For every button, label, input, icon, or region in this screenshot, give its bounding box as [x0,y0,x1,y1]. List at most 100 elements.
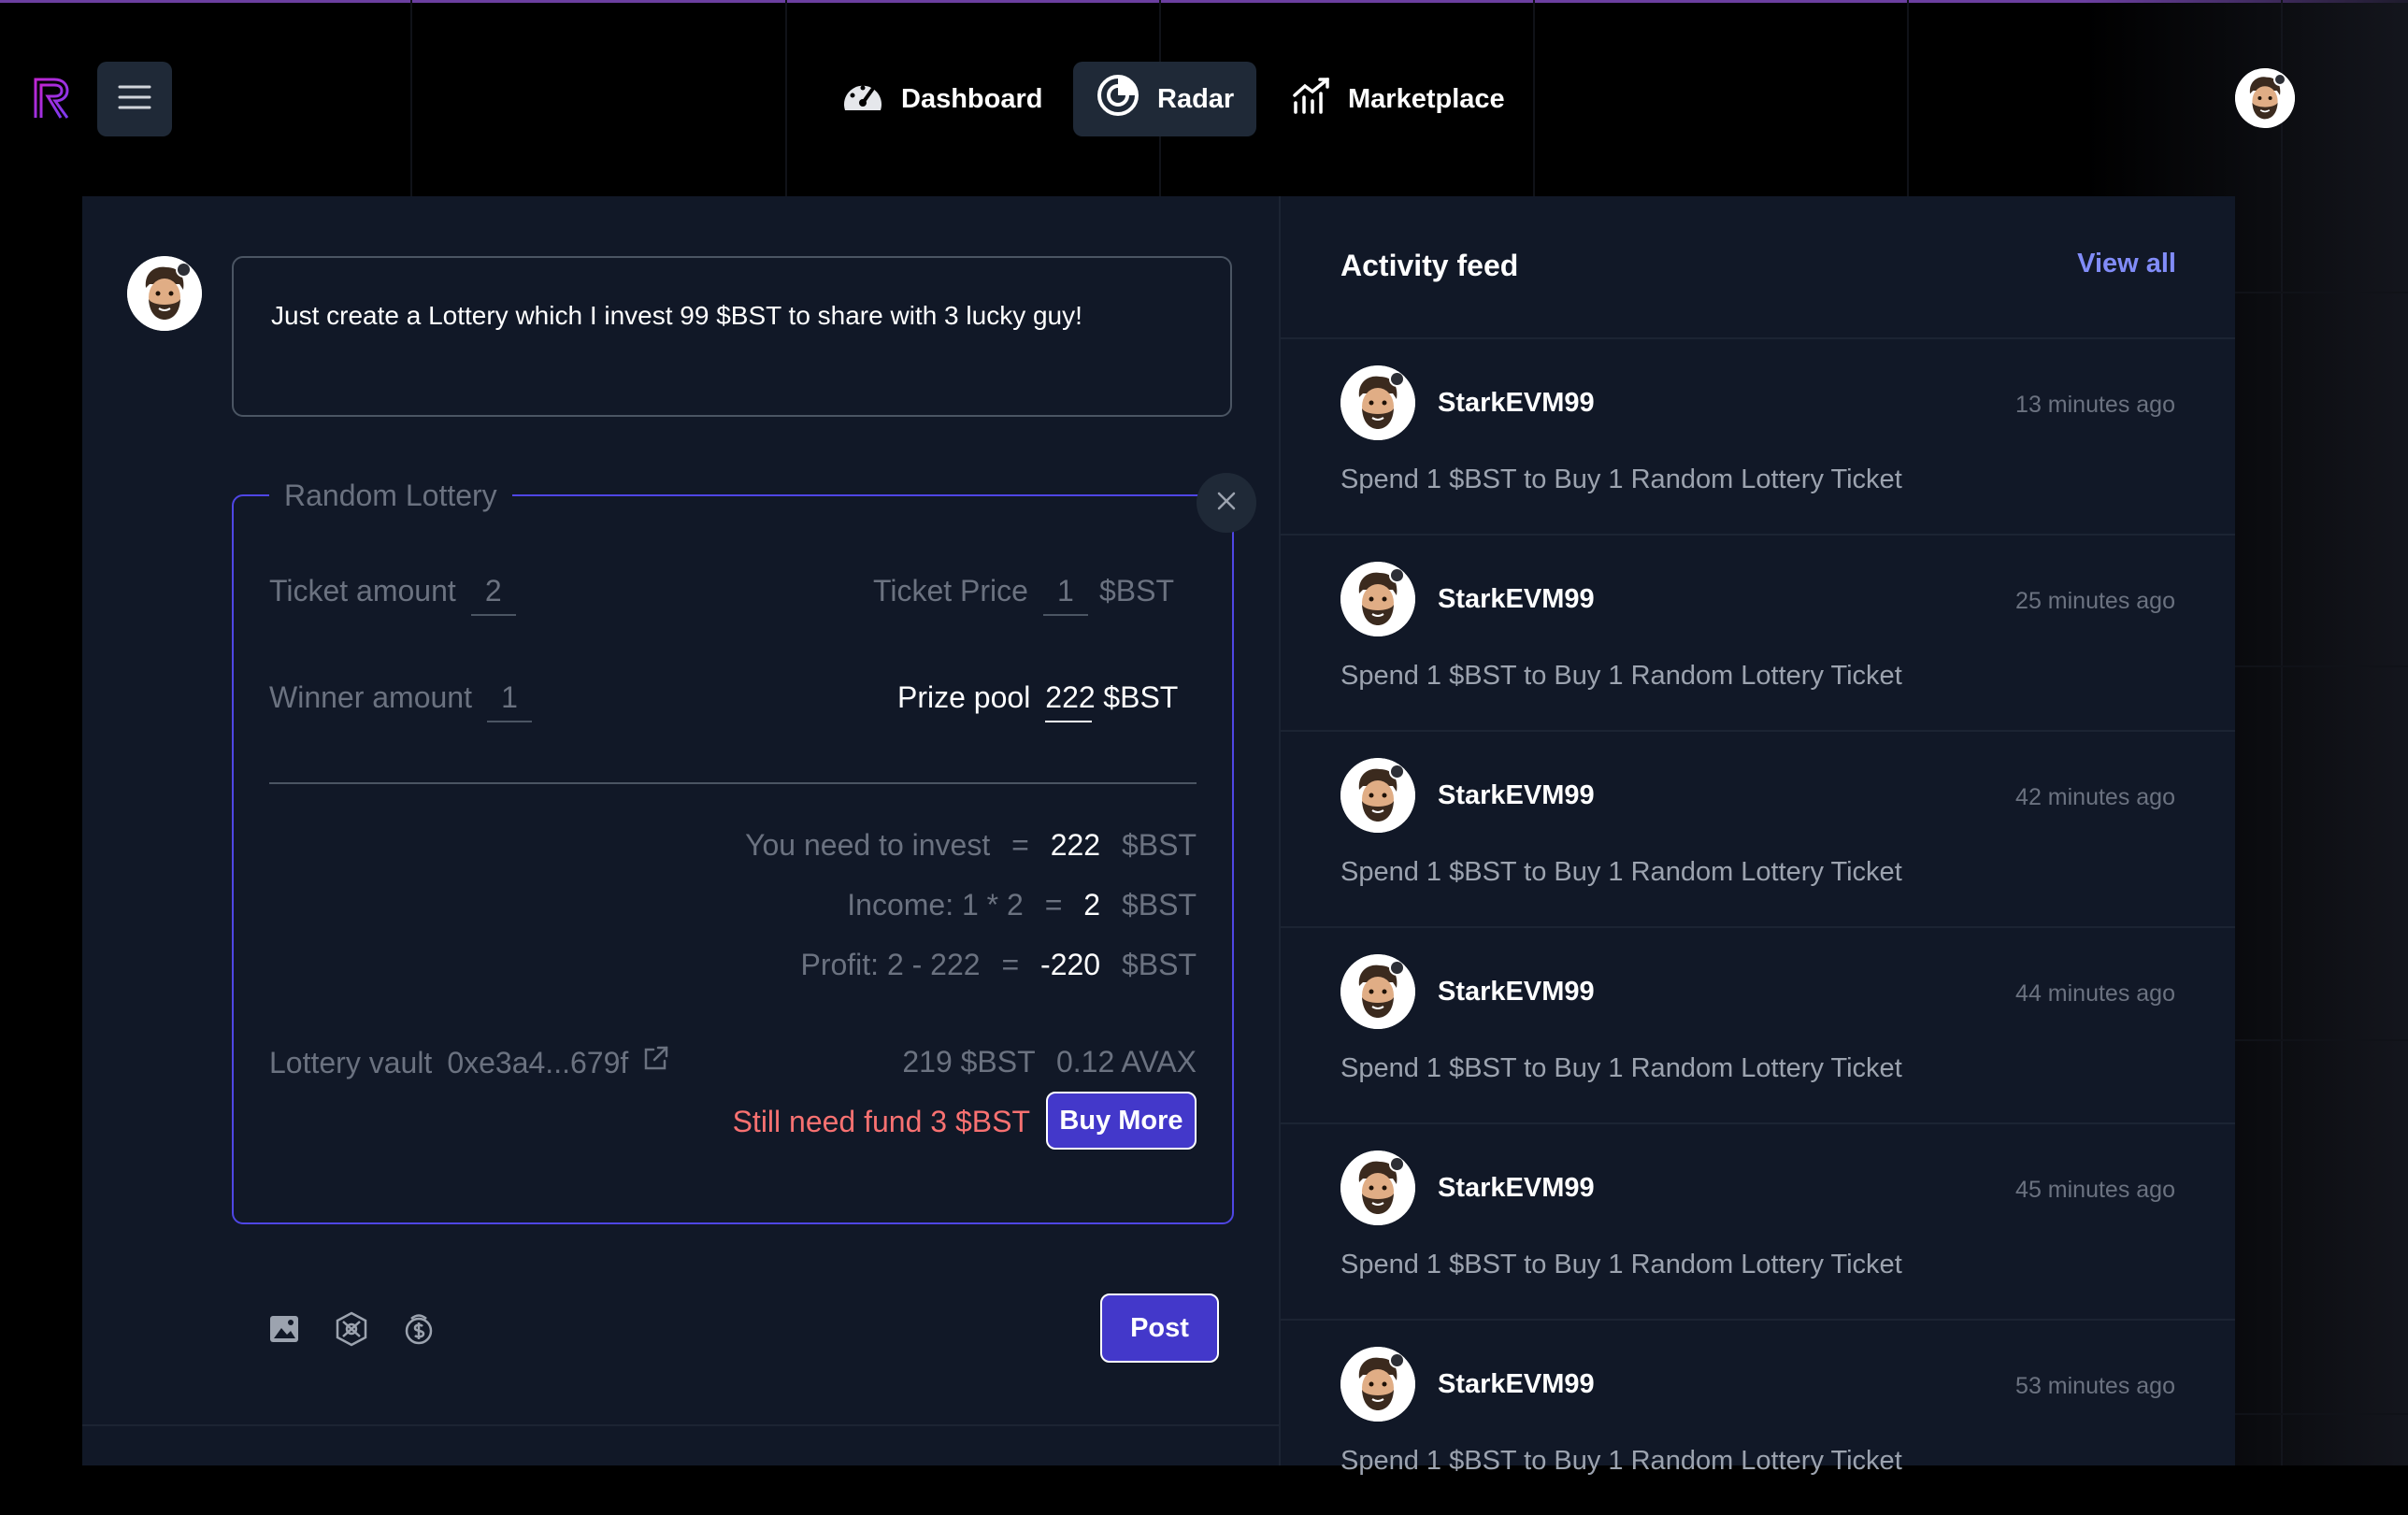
nav-dashboard[interactable]: Dashboard [819,62,1065,136]
winner-amount-label: Winner amount [269,680,472,714]
hamburger-icon [118,84,151,115]
status-dot [1389,960,1405,977]
external-link-icon[interactable] [641,1045,669,1080]
prize-pool-row: Prize pool 222 $BST [897,680,1178,722]
vault-avax-balance: 0.12 AVAX [1055,1045,1197,1079]
feed-timestamp: 42 minutes ago [2015,784,2175,810]
feed-username[interactable]: StarkEVM99 [1438,977,1595,1008]
feed-description: Spend 1 $BST to Buy 1 Random Lottery Tic… [1340,857,1902,887]
close-icon [1216,491,1237,516]
nft-icon[interactable] [333,1310,370,1348]
lottery-separator [269,782,1197,784]
grid-line [2235,292,2408,293]
income-label: Income: 1 * 2 [847,888,1024,922]
nav-label: Dashboard [901,83,1043,114]
ticket-amount-row: Ticket amount 2 [269,574,531,616]
post-text-input[interactable]: Just create a Lottery which I invest 99 … [232,256,1232,417]
view-all-link[interactable]: View all [2057,249,2176,279]
feed-timestamp: 25 minutes ago [2015,588,2175,614]
equals-sign: = [1011,828,1029,862]
chart-bars-icon [1292,77,1331,121]
feed-avatar[interactable] [1340,1151,1415,1225]
feed-timestamp: 45 minutes ago [2015,1177,2175,1203]
app-logo[interactable] [32,77,73,120]
winner-amount-row: Winner amount 1 [269,680,547,722]
feed-timestamp: 13 minutes ago [2015,392,2175,418]
profit-value: -220 [1040,948,1101,981]
profit-label: Profit: 2 - 222 [800,948,981,981]
feed-avatar[interactable] [1340,365,1415,440]
grid-line [2235,1413,2408,1415]
income-row: Income: 1 * 2 = 2 $BST [847,888,1197,922]
feed-username[interactable]: StarkEVM99 [1438,1173,1595,1204]
invest-label: You need to invest [745,828,991,862]
dollar-coin-icon[interactable] [400,1310,437,1348]
feed-item[interactable]: StarkEVM99 25 minutes ago Spend 1 $BST to … [1281,534,2235,730]
equals-sign: = [1001,948,1020,981]
status-dot [1389,764,1405,780]
feed-item[interactable]: StarkEVM99 53 minutes ago Spend 1 $BST to … [1281,1319,2235,1515]
lottery-legend: Random Lottery [284,479,497,512]
invest-value: 222 [1050,828,1101,862]
ticket-price-label: Ticket Price [873,574,1028,607]
buy-more-button[interactable]: Buy More [1046,1092,1197,1150]
image-icon[interactable] [265,1310,303,1348]
grid-line [2235,1039,2408,1041]
prize-pool-input[interactable]: 222 [1045,680,1096,722]
nav-marketplace[interactable]: Marketplace [1269,62,1527,136]
radar-icon [1096,73,1140,125]
activity-feed-title: Activity feed [1340,249,1519,282]
winner-amount-input[interactable]: 1 [486,680,532,722]
ticket-amount-input[interactable]: 2 [470,574,516,616]
menu-button[interactable] [97,62,172,136]
feed-item[interactable]: StarkEVM99 13 minutes ago Spend 1 $BST to … [1281,337,2235,534]
feed-description: Spend 1 $BST to Buy 1 Random Lottery Tic… [1340,465,1902,494]
close-lottery-button[interactable] [1197,473,1256,533]
feed-item[interactable]: StarkEVM99 44 minutes ago Spend 1 $BST to … [1281,926,2235,1122]
nav-label: Radar [1157,83,1235,114]
feed-description: Spend 1 $BST to Buy 1 Random Lottery Tic… [1340,1250,1902,1279]
vault-address-link[interactable]: 0xe3a4...679f [447,1046,628,1080]
composer-avatar [127,256,202,331]
feed-timestamp: 44 minutes ago [2015,980,2175,1007]
feed-avatar[interactable] [1340,954,1415,1029]
income-value: 2 [1083,888,1101,922]
profit-row: Profit: 2 - 222 = -220 $BST [800,948,1197,982]
feed-username[interactable]: StarkEVM99 [1438,584,1595,615]
ticket-price-input[interactable]: 1 [1042,574,1088,616]
vault-label: Lottery vault [269,1046,433,1079]
feed-username[interactable]: StarkEVM99 [1438,388,1595,419]
feed-description: Spend 1 $BST to Buy 1 Random Lottery Tic… [1340,661,1902,691]
currency-label: $BST [1121,948,1197,981]
feed-avatar[interactable] [1340,758,1415,833]
feed-item[interactable]: StarkEVM99 45 minutes ago Spend 1 $BST to … [1281,1122,2235,1319]
ticket-amount-label: Ticket amount [269,574,456,607]
post-button[interactable]: Post [1100,1293,1219,1363]
currency-label: $BST [1103,680,1179,714]
status-dot [1389,1156,1405,1173]
status-dot [176,262,192,279]
nav-radar[interactable]: Radar [1073,62,1257,136]
vault-row: Lottery vault 0xe3a4...679f [269,1045,669,1080]
vault-bst-balance: 219 $BST [902,1045,1036,1079]
feed-avatar[interactable] [1340,562,1415,636]
status-dot [1389,567,1405,584]
feed-avatar[interactable] [1340,1347,1415,1422]
vault-balance: 219 $BST 0.12 AVAX [902,1045,1197,1079]
feed-description: Spend 1 $BST to Buy 1 Random Lottery Tic… [1340,1446,1902,1476]
dashboard-gauge-icon [841,77,884,121]
currency-label: $BST [1098,574,1174,607]
nav-label: Marketplace [1348,83,1505,114]
need-fund-text: Still need fund 3 $BST [732,1105,1030,1138]
status-dot [1389,371,1405,388]
feed-username[interactable]: StarkEVM99 [1438,780,1595,811]
feed-description: Spend 1 $BST to Buy 1 Random Lottery Tic… [1340,1053,1902,1083]
feed-item[interactable]: StarkEVM99 42 minutes ago Spend 1 $BST to … [1281,730,2235,926]
feed-username[interactable]: StarkEVM99 [1438,1369,1595,1400]
composer-bottom-divider [82,1424,1279,1426]
top-accent-line [0,0,2408,3]
invest-row: You need to invest = 222 $BST [745,828,1197,863]
ticket-price-row: Ticket Price 1 $BST [873,574,1174,616]
user-avatar[interactable] [2235,68,2295,128]
equals-sign: = [1044,888,1063,922]
